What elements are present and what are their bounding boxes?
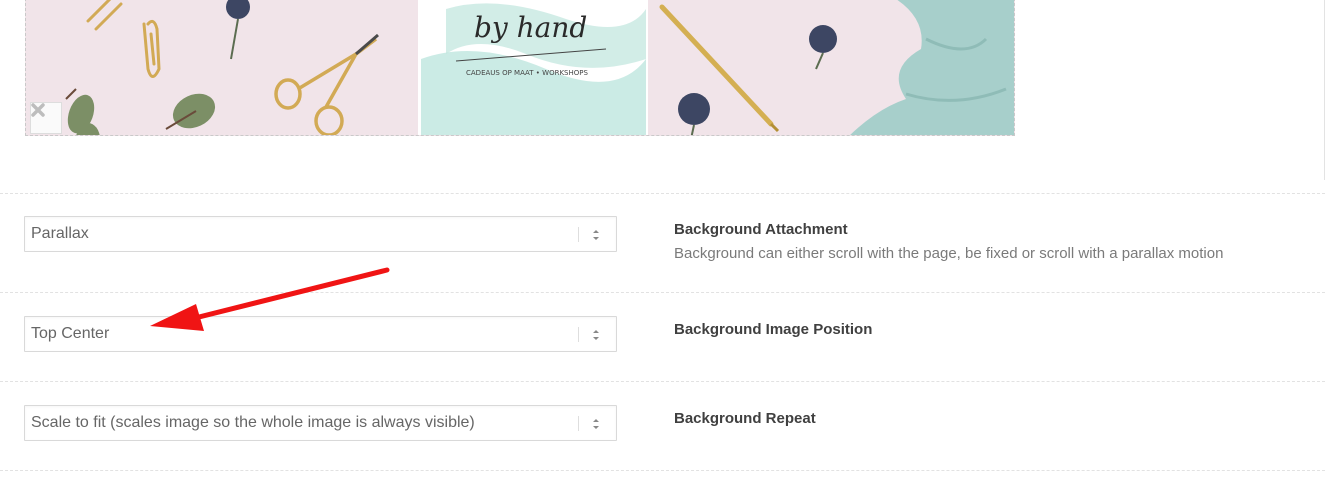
select-separator xyxy=(578,416,579,431)
select-arrows-icon xyxy=(593,230,599,240)
book-subtitle-text: CADEAUS OP MAAT • WORKSHOPS xyxy=(466,69,588,77)
remove-image-button[interactable] xyxy=(30,102,62,134)
close-icon xyxy=(31,103,45,117)
divider xyxy=(0,292,1325,293)
attachment-description: Background can either scroll with the pa… xyxy=(674,245,1224,262)
divider xyxy=(0,381,1325,382)
divider xyxy=(0,193,1325,194)
repeat-select-value: Scale to fit (scales image so the whole … xyxy=(31,414,475,431)
repeat-label: Background Repeat xyxy=(674,410,816,427)
select-separator xyxy=(578,227,579,242)
select-arrows-icon xyxy=(593,330,599,340)
select-separator xyxy=(578,327,579,342)
repeat-select[interactable]: Scale to fit (scales image so the whole … xyxy=(24,405,617,441)
select-arrows-icon xyxy=(593,419,599,429)
position-label: Background Image Position xyxy=(674,321,873,338)
attachment-label: Background Attachment xyxy=(674,221,848,238)
book-title-text: by hand xyxy=(474,11,587,44)
divider xyxy=(0,470,1325,471)
background-image-preview: by hand CADEAUS OP MAAT • WORKSHOPS xyxy=(25,0,1015,136)
attachment-select-value: Parallax xyxy=(31,225,89,242)
attachment-select[interactable]: Parallax xyxy=(24,216,617,252)
position-select[interactable]: Top Center xyxy=(24,316,617,352)
preview-photo: by hand CADEAUS OP MAAT • WORKSHOPS xyxy=(26,0,1014,135)
position-select-value: Top Center xyxy=(31,325,110,342)
